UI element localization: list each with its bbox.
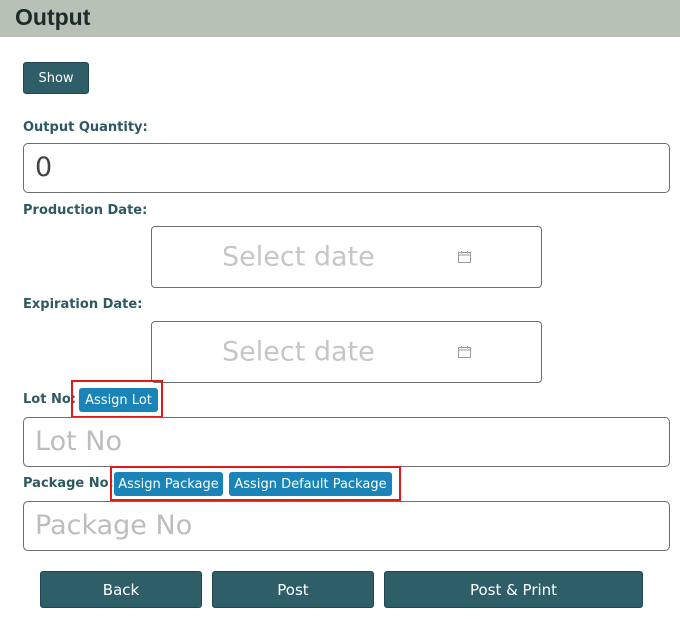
production-date-label: Production Date: xyxy=(23,203,148,218)
package-no-input[interactable]: Package No xyxy=(23,501,670,551)
package-no-label: Package No: xyxy=(23,476,114,491)
lot-no-label: Lot No: xyxy=(23,392,76,407)
package-no-placeholder: Package No xyxy=(35,510,193,541)
output-quantity-value: 0 xyxy=(35,152,53,183)
assign-package-button[interactable]: Assign Package xyxy=(114,472,223,496)
output-quantity-input[interactable]: 0 xyxy=(23,143,670,193)
expiration-date-label: Expiration Date: xyxy=(23,297,143,312)
assign-default-package-button[interactable]: Assign Default Package xyxy=(229,472,392,496)
output-quantity-label: Output Quantity: xyxy=(23,120,148,135)
lot-no-placeholder: Lot No xyxy=(35,426,122,457)
page-header: Output xyxy=(0,0,680,37)
post-button[interactable]: Post xyxy=(212,571,374,608)
expiration-date-placeholder: Select date xyxy=(222,336,375,368)
post-print-button[interactable]: Post & Print xyxy=(384,571,643,608)
show-button[interactable]: Show xyxy=(23,62,89,94)
production-date-input[interactable]: Select date xyxy=(151,226,542,288)
assign-lot-button[interactable]: Assign Lot xyxy=(79,388,158,412)
back-button[interactable]: Back xyxy=(40,571,202,608)
production-date-placeholder: Select date xyxy=(222,241,375,273)
lot-no-input[interactable]: Lot No xyxy=(23,417,670,467)
calendar-icon[interactable] xyxy=(458,251,471,263)
calendar-icon[interactable] xyxy=(458,346,471,358)
expiration-date-input[interactable]: Select date xyxy=(151,321,542,383)
page-title: Output xyxy=(15,4,91,30)
